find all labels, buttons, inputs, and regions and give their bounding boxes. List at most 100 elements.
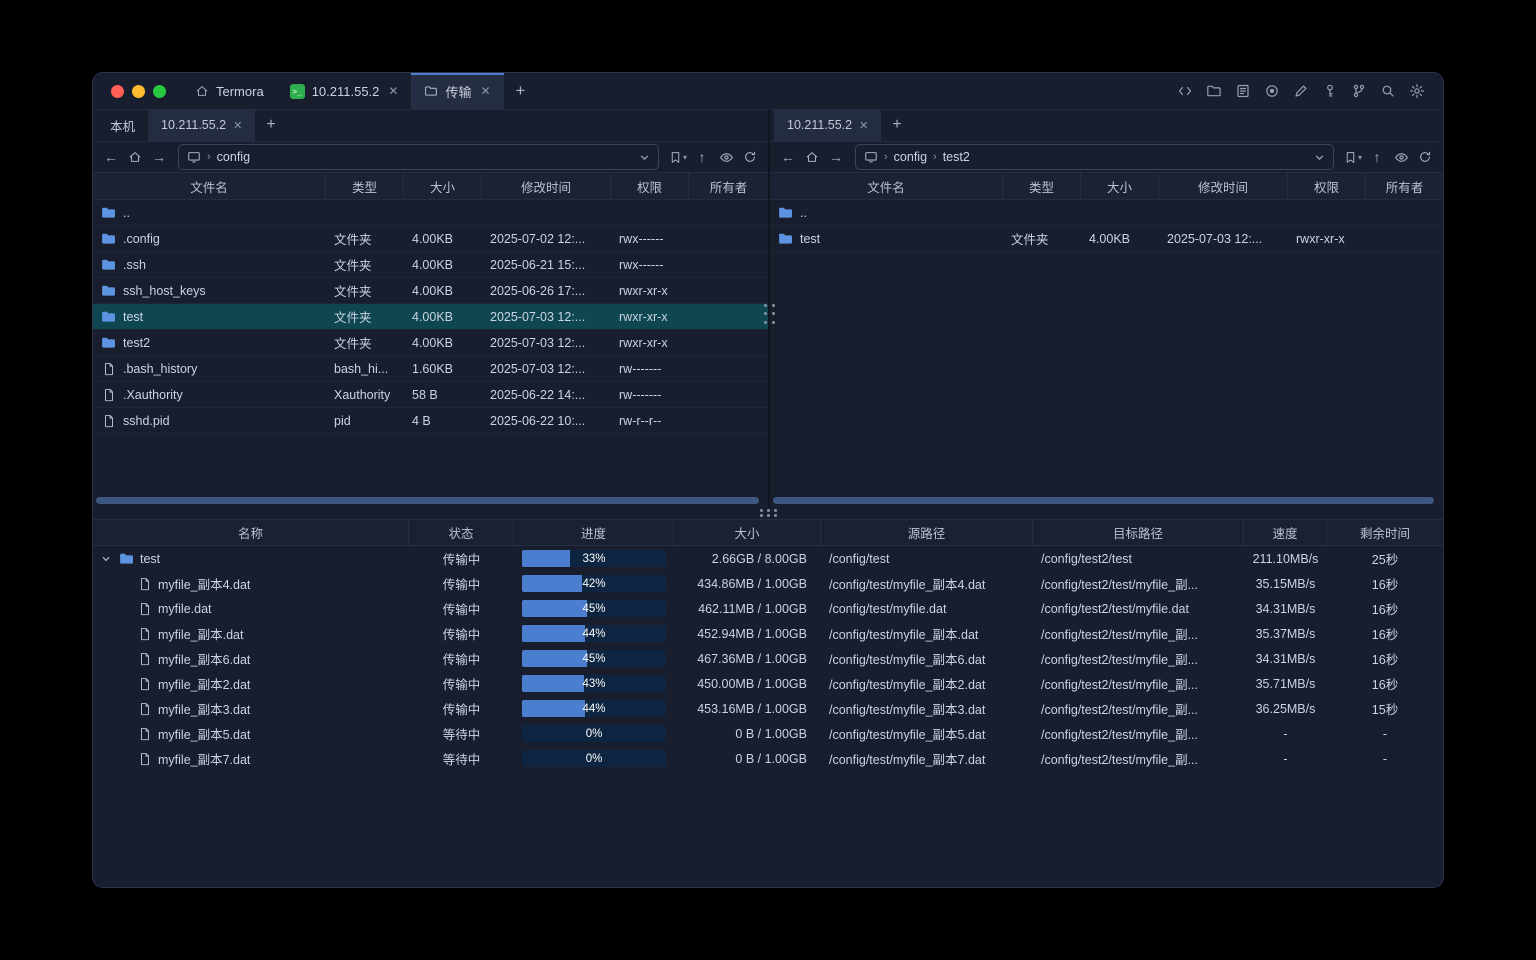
code-icon[interactable]	[1173, 79, 1197, 103]
close-window-button[interactable]	[111, 85, 124, 98]
file-row[interactable]: .config文件夹4.00KB2025-07-02 12:...rwx----…	[93, 226, 768, 252]
horizontal-splitter[interactable]	[93, 507, 1443, 519]
column-header[interactable]: 大小	[674, 520, 821, 545]
upload-button[interactable]: ↑	[1366, 146, 1388, 168]
edit-icon[interactable]	[1289, 79, 1313, 103]
panel-new-tab-button[interactable]: +	[255, 109, 286, 141]
transfer-row[interactable]: test传输中33%2.66GB / 8.00GB/config/test/co…	[93, 546, 1443, 571]
log-icon[interactable]	[1231, 79, 1255, 103]
column-header[interactable]: 权限	[611, 173, 689, 199]
transfer-row[interactable]: myfile_副本7.dat等待中0%0 B / 1.00GB/config/t…	[93, 746, 1443, 771]
path-breadcrumb[interactable]: › config › test2	[855, 144, 1334, 170]
horizontal-scrollbar[interactable]	[773, 497, 1434, 504]
breadcrumb-segment[interactable]: test2	[943, 150, 970, 164]
panel-tab-local[interactable]: 本机	[97, 109, 148, 141]
column-header[interactable]: 名称	[93, 520, 409, 545]
transfer-row[interactable]: myfile_副本6.dat传输中45%467.36MB / 1.00GB/co…	[93, 646, 1443, 671]
column-header[interactable]: 大小	[1081, 173, 1159, 199]
panel-new-tab-button[interactable]: +	[881, 109, 912, 141]
progress-label: 0%	[522, 725, 666, 742]
key-icon[interactable]	[1318, 79, 1342, 103]
zoom-window-button[interactable]	[153, 85, 166, 98]
file-row[interactable]: ..	[770, 200, 1443, 226]
home-button[interactable]	[124, 146, 146, 168]
transfer-row[interactable]: myfile_副本.dat传输中44%452.94MB / 1.00GB/con…	[93, 621, 1443, 646]
refresh-button[interactable]	[739, 146, 761, 168]
bookmark-button[interactable]: ▾	[667, 146, 689, 168]
show-hidden-button[interactable]	[715, 146, 737, 168]
close-tab-icon[interactable]: ✕	[480, 84, 490, 98]
column-header[interactable]: 所有者	[689, 173, 768, 199]
file-row[interactable]: .ssh文件夹4.00KB2025-06-21 15:...rwx------	[93, 252, 768, 278]
back-button[interactable]: ←	[100, 146, 122, 168]
file-row[interactable]: sshd.pidpid4 B2025-06-22 10:...rw-r--r--	[93, 408, 768, 434]
file-row[interactable]: .XauthorityXauthority58 B2025-06-22 14:.…	[93, 382, 768, 408]
right-file-table-header: 文件名 类型 大小 修改时间 权限 所有者	[770, 172, 1443, 200]
folder-icon[interactable]	[1202, 79, 1226, 103]
splitter-handle[interactable]	[761, 301, 777, 327]
column-header[interactable]: 进度	[514, 520, 674, 545]
panel-tab-remote[interactable]: 10.211.55.2 ✕	[148, 109, 255, 141]
column-header[interactable]: 修改时间	[1159, 173, 1288, 199]
home-button[interactable]	[801, 146, 823, 168]
chevron-down-icon[interactable]	[1314, 152, 1325, 163]
close-tab-icon[interactable]: ✕	[388, 84, 398, 98]
branch-icon[interactable]	[1347, 79, 1371, 103]
refresh-button[interactable]	[1414, 146, 1436, 168]
settings-icon[interactable]	[1405, 79, 1429, 103]
column-header[interactable]: 大小	[404, 173, 482, 199]
show-hidden-button[interactable]	[1390, 146, 1412, 168]
panel-tab-remote[interactable]: 10.211.55.2 ✕	[774, 109, 881, 141]
column-header[interactable]: 源路径	[821, 520, 1033, 545]
breadcrumb-segment[interactable]: config	[217, 150, 250, 164]
file-mtime-cell	[482, 200, 611, 225]
column-header[interactable]: 剩余时间	[1327, 520, 1443, 545]
transfer-row[interactable]: myfile_副本5.dat等待中0%0 B / 1.00GB/config/t…	[93, 721, 1443, 746]
splitter-handle[interactable]	[760, 509, 777, 517]
search-icon[interactable]	[1376, 79, 1400, 103]
path-breadcrumb[interactable]: › config	[178, 144, 659, 170]
record-icon[interactable]	[1260, 79, 1284, 103]
file-row[interactable]: test文件夹4.00KB2025-07-03 12:...rwxr-xr-x	[770, 226, 1443, 252]
tab-termora-home[interactable]: Termora	[182, 73, 277, 109]
column-header[interactable]: 状态	[409, 520, 514, 545]
transfer-row[interactable]: myfile_副本2.dat传输中43%450.00MB / 1.00GB/co…	[93, 671, 1443, 696]
new-tab-button[interactable]: +	[504, 73, 538, 109]
forward-button[interactable]: →	[825, 146, 847, 168]
back-button[interactable]: ←	[777, 146, 799, 168]
tab-transfer[interactable]: 传输 ✕	[411, 73, 503, 109]
bookmark-button[interactable]: ▾	[1342, 146, 1364, 168]
column-header[interactable]: 所有者	[1366, 173, 1443, 199]
forward-button[interactable]: →	[148, 146, 170, 168]
transfer-progress-cell: 42%	[514, 571, 674, 596]
close-tab-icon[interactable]: ✕	[859, 119, 868, 132]
column-header[interactable]: 文件名	[93, 173, 326, 199]
column-header[interactable]: 修改时间	[482, 173, 611, 199]
tab-session-10-211-55-2[interactable]: >_ 10.211.55.2 ✕	[277, 73, 412, 109]
file-mtime-cell: 2025-07-03 12:...	[482, 356, 611, 381]
transfer-row[interactable]: myfile.dat传输中45%462.11MB / 1.00GB/config…	[93, 596, 1443, 621]
transfer-row[interactable]: myfile_副本4.dat传输中42%434.86MB / 1.00GB/co…	[93, 571, 1443, 596]
chevron-down-icon[interactable]	[101, 554, 113, 564]
transfer-progress-cell: 45%	[514, 596, 674, 621]
column-header[interactable]: 权限	[1288, 173, 1366, 199]
file-row[interactable]: test文件夹4.00KB2025-07-03 12:...rwxr-xr-x	[93, 304, 768, 330]
horizontal-scrollbar[interactable]	[96, 497, 759, 504]
transfer-eta-cell: -	[1327, 721, 1443, 746]
file-row[interactable]: ssh_host_keys文件夹4.00KB2025-06-26 17:...r…	[93, 278, 768, 304]
close-tab-icon[interactable]: ✕	[233, 119, 242, 132]
column-header[interactable]: 速度	[1244, 520, 1327, 545]
chevron-down-icon[interactable]	[639, 152, 650, 163]
minimize-window-button[interactable]	[132, 85, 145, 98]
file-row[interactable]: test2文件夹4.00KB2025-07-03 12:...rwxr-xr-x	[93, 330, 768, 356]
breadcrumb-segment[interactable]: config	[894, 150, 927, 164]
file-owner-cell	[689, 304, 768, 329]
file-row[interactable]: .bash_historybash_hi...1.60KB2025-07-03 …	[93, 356, 768, 382]
column-header[interactable]: 类型	[326, 173, 404, 199]
upload-button[interactable]: ↑	[691, 146, 713, 168]
column-header[interactable]: 目标路径	[1033, 520, 1244, 545]
file-row[interactable]: ..	[93, 200, 768, 226]
transfer-row[interactable]: myfile_副本3.dat传输中44%453.16MB / 1.00GB/co…	[93, 696, 1443, 721]
column-header[interactable]: 类型	[1003, 173, 1081, 199]
column-header[interactable]: 文件名	[770, 173, 1003, 199]
